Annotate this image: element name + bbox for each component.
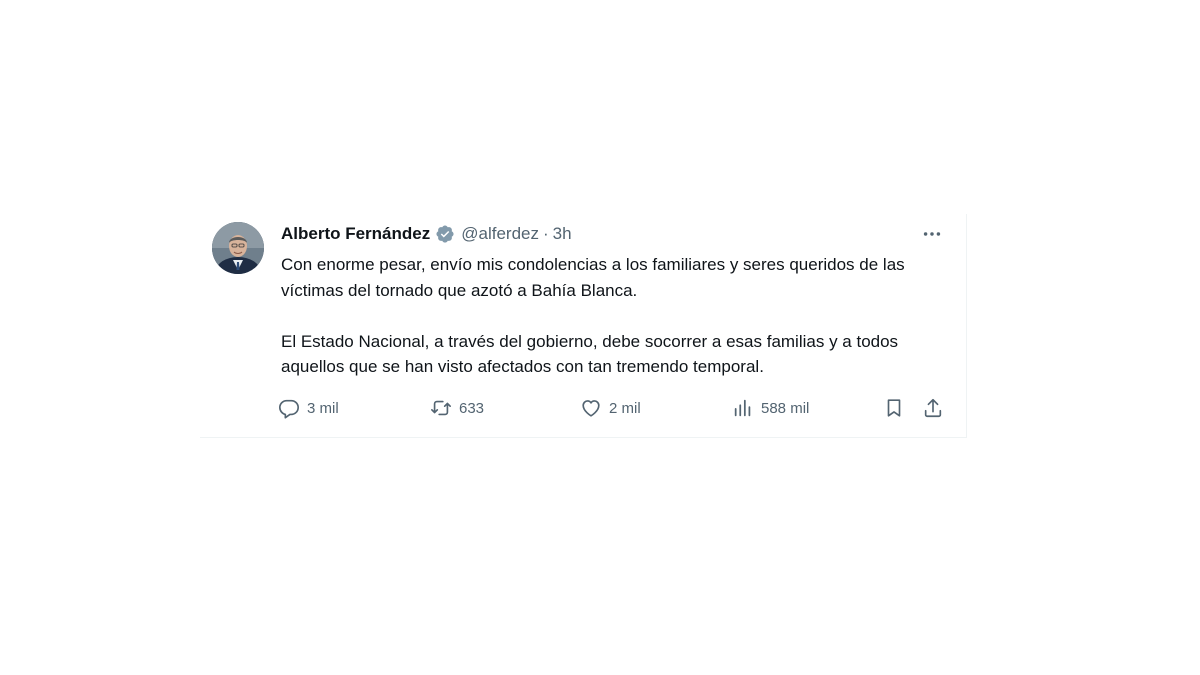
retweet-button[interactable]: 633 (430, 394, 484, 422)
like-count: 2 mil (609, 399, 641, 417)
like-button[interactable]: 2 mil (580, 394, 641, 422)
reply-icon (279, 399, 299, 419)
share-button[interactable] (922, 394, 944, 422)
views-button[interactable]: 588 mil (732, 394, 809, 422)
action-bar: 3 mil 633 2 mil 588 mil (278, 394, 948, 422)
retweet-count: 633 (459, 399, 485, 417)
reply-button[interactable]: 3 mil (278, 394, 339, 422)
avatar[interactable] (212, 222, 264, 274)
bookmark-icon (887, 399, 901, 417)
retweet-icon (431, 400, 451, 416)
separator-dot: · (543, 224, 549, 243)
bookmark-button[interactable] (883, 394, 905, 422)
tweet-text: Con enorme pesar, envío mis condolencias… (281, 252, 951, 380)
tweet-header: Alberto Fernández @alferdez · 3h (281, 223, 572, 245)
author-name[interactable]: Alberto Fernández (281, 224, 430, 244)
more-options-icon[interactable] (918, 223, 946, 245)
tweet-paragraph: Con enorme pesar, envío mis condolencias… (281, 255, 905, 300)
tweet-paragraph: El Estado Nacional, a través del gobiern… (281, 331, 899, 377)
reply-count: 3 mil (307, 399, 339, 417)
timestamp[interactable]: 3h (553, 224, 572, 244)
author-handle[interactable]: @alferdez (461, 224, 539, 244)
views-count: 588 mil (761, 399, 810, 417)
avatar-image (212, 222, 264, 274)
heart-icon (582, 400, 600, 417)
views-chart-icon (734, 399, 751, 417)
share-icon (924, 398, 942, 418)
tweet-card[interactable]: Alberto Fernández @alferdez · 3h Con eno… (200, 214, 967, 438)
verified-badge-icon (435, 224, 455, 244)
